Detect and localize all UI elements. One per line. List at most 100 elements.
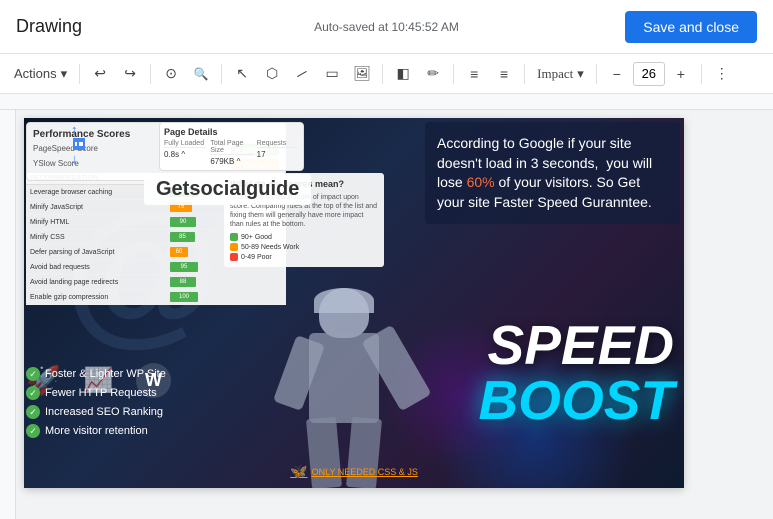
shape-icon: ⬡ bbox=[266, 65, 278, 82]
actions-arrow: ▾ bbox=[61, 66, 68, 82]
speed-word: SPEED bbox=[478, 318, 674, 373]
reco-item-5: Avoid bad requests bbox=[30, 264, 170, 271]
image-button[interactable]: 🖼 bbox=[348, 60, 376, 88]
cursor-button[interactable]: ↖ bbox=[228, 60, 256, 88]
pen-button[interactable]: ✏ bbox=[419, 60, 447, 88]
page-details-title: Page Details bbox=[164, 127, 299, 137]
character-body bbox=[304, 288, 384, 488]
font-size-decrease-button[interactable]: − bbox=[603, 60, 631, 88]
fully-loaded-val: 0.8s ^ bbox=[164, 150, 206, 159]
bullet-text-2: Increased SEO Ranking bbox=[45, 406, 163, 418]
character-area bbox=[274, 238, 474, 488]
redo-icon: ↪ bbox=[124, 65, 136, 82]
reco-bar-6: 88 bbox=[170, 277, 200, 287]
legend-needs-work-dot bbox=[230, 243, 238, 251]
redo-button[interactable]: ↪ bbox=[116, 60, 144, 88]
select-icon: ⊙ bbox=[165, 65, 177, 82]
total-size-col: Total Page Size 679KB ^ bbox=[210, 140, 252, 166]
legend-good-dot bbox=[230, 233, 238, 241]
cursor-icon: ↖ bbox=[236, 65, 248, 82]
legend-good: 90+ Good bbox=[230, 233, 378, 241]
scores-legend: 90+ Good 50-89 Needs Work 0-49 Poor bbox=[230, 233, 378, 261]
butterfly-icon: 🦋 bbox=[290, 463, 307, 480]
toolbar: Actions ▾ ↩ ↪ ⊙ 🔍 ↖ ⬡ / ▭ 🖼 ◧ ✏ ≡ ≡ Impa… bbox=[0, 54, 773, 94]
toolbar-separator-6 bbox=[524, 64, 525, 84]
bullet-check-3: ✓ bbox=[26, 424, 40, 438]
actions-label: Actions bbox=[14, 66, 57, 81]
reco-bar-2: 90 bbox=[170, 217, 200, 227]
align-right-button[interactable]: ≡ bbox=[490, 60, 518, 88]
google-warning-panel: According to Google if your site doesn't… bbox=[425, 122, 680, 224]
fully-loaded-header: Fully Loaded bbox=[164, 140, 206, 148]
autosave-text: Auto-saved at 10:45:52 AM bbox=[314, 20, 459, 34]
reco-bar-3: 85 bbox=[170, 232, 200, 242]
requests-val: 17 bbox=[257, 150, 299, 159]
legend-poor-label: 0-49 Poor bbox=[241, 254, 272, 261]
bullet-text-1: Fewer HTTP Requests bbox=[45, 387, 157, 399]
legend-needs-work: 50-89 Needs Work bbox=[230, 243, 378, 251]
bottom-link-text: ONLY NEEDED CSS & JS bbox=[312, 467, 418, 477]
total-size-val: 679KB ^ bbox=[210, 157, 252, 166]
undo-icon: ↩ bbox=[94, 65, 106, 82]
toolbar-separator-7 bbox=[596, 64, 597, 84]
boost-word: BOOST bbox=[478, 373, 674, 428]
legend-poor-dot bbox=[230, 253, 238, 261]
line-button[interactable]: / bbox=[288, 60, 316, 88]
font-family-label: Impact bbox=[537, 66, 573, 82]
more-icon: ⋮ bbox=[715, 65, 729, 82]
font-size-input[interactable]: 26 bbox=[633, 62, 665, 86]
select-tool-button[interactable]: ⊙ bbox=[157, 60, 185, 88]
fill-icon: ◧ bbox=[397, 65, 410, 82]
reco-row-6: Avoid landing page redirects 88 bbox=[26, 275, 286, 290]
font-family-dropdown[interactable]: Impact ▾ bbox=[531, 62, 590, 86]
zoom-button[interactable]: 🔍 bbox=[187, 60, 215, 88]
total-size-header: Total Page Size bbox=[210, 140, 252, 155]
save-close-button[interactable]: Save and close bbox=[625, 11, 757, 43]
bullet-list: ✓ Foster & Lighter WP Site ✓ Fewer HTTP … bbox=[26, 367, 166, 443]
drawing-canvas[interactable]: @ Performance Scores PageSpeed Score A (… bbox=[24, 118, 684, 488]
toolbar-separator-3 bbox=[221, 64, 222, 84]
page-details-cols: Fully Loaded 0.8s ^ Total Page Size 679K… bbox=[164, 140, 299, 166]
reco-item-3: Minify CSS bbox=[30, 234, 170, 241]
more-options-button[interactable]: ⋮ bbox=[708, 60, 736, 88]
legend-needs-work-label: 50-89 Needs Work bbox=[241, 244, 299, 251]
page-details-panel: Page Details Fully Loaded 0.8s ^ Total P… bbox=[159, 122, 304, 171]
bullet-item-3: ✓ More visitor retention bbox=[26, 424, 166, 438]
align-left-icon: ≡ bbox=[470, 66, 478, 82]
undo-button[interactable]: ↩ bbox=[86, 60, 114, 88]
bullet-item-2: ✓ Increased SEO Ranking bbox=[26, 405, 166, 419]
legend-poor: 0-49 Poor bbox=[230, 253, 378, 261]
legend-good-label: 90+ Good bbox=[241, 234, 272, 241]
font-size-increase-button[interactable]: + bbox=[667, 60, 695, 88]
toolbar-separator-5 bbox=[453, 64, 454, 84]
actions-menu[interactable]: Actions ▾ bbox=[8, 62, 73, 86]
bullet-check-1: ✓ bbox=[26, 386, 40, 400]
google-warning-highlight: 60% bbox=[467, 174, 495, 190]
toolbar-separator-4 bbox=[382, 64, 383, 84]
canvas-container[interactable]: @ Performance Scores PageSpeed Score A (… bbox=[16, 110, 773, 519]
speed-boost-text: SPEED BOOST bbox=[478, 318, 674, 428]
gsguide-banner[interactable]: Getsocialguide bbox=[144, 174, 311, 205]
line-icon: / bbox=[295, 66, 309, 80]
toolbar-separator-8 bbox=[701, 64, 702, 84]
title-bar: Drawing Auto-saved at 10:45:52 AM Save a… bbox=[0, 0, 773, 54]
shape-button[interactable]: ⬡ bbox=[258, 60, 286, 88]
toolbar-separator-2 bbox=[150, 64, 151, 84]
bullet-text-3: More visitor retention bbox=[45, 425, 148, 437]
ruler-horizontal: 1 2 3 4 5 6 7 8 9 10 11 12 13 14 15 16 1… bbox=[0, 94, 773, 110]
canvas-content: @ Performance Scores PageSpeed Score A (… bbox=[24, 118, 684, 488]
align-right-icon: ≡ bbox=[500, 66, 508, 82]
gsguide-text: Getsocialguide bbox=[156, 178, 299, 200]
bullet-check-0: ✓ bbox=[26, 367, 40, 381]
pen-icon: ✏ bbox=[427, 65, 439, 82]
bullet-text-0: Foster & Lighter WP Site bbox=[45, 368, 166, 380]
app-title: Drawing bbox=[16, 16, 82, 37]
reco-item-4: Defer parsing of JavaScript bbox=[30, 249, 170, 256]
zoom-icon: 🔍 bbox=[194, 67, 209, 81]
fill-button[interactable]: ◧ bbox=[389, 60, 417, 88]
bottom-text: 🦋 ONLY NEEDED CSS & JS bbox=[290, 463, 418, 480]
select-box-button[interactable]: ▭ bbox=[318, 60, 346, 88]
align-left-button[interactable]: ≡ bbox=[460, 60, 488, 88]
fully-loaded-col: Fully Loaded 0.8s ^ bbox=[164, 140, 206, 166]
requests-header: Requests bbox=[257, 140, 299, 148]
